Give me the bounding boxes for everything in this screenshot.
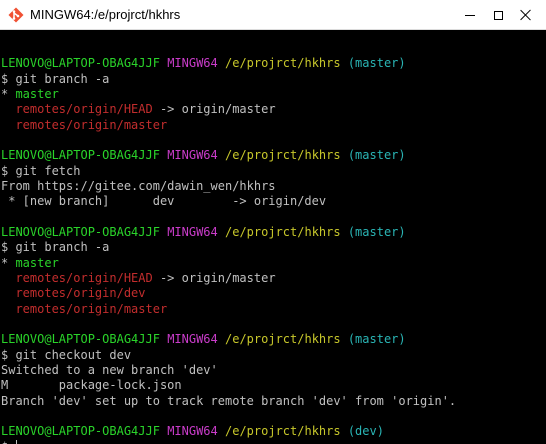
terminal-line: * master (1, 256, 546, 271)
terminal-text: MINGW64 (167, 148, 218, 163)
terminal-line: $ git fetch (1, 164, 546, 179)
terminal-text: master (15, 255, 59, 270)
terminal-line: From https://gitee.com/dawin_wen/hkhrs (1, 179, 546, 194)
terminal-text: * (1, 255, 16, 270)
terminal-text: -> origin/master (152, 102, 276, 117)
terminal-window: MINGW64:/e/projrct/hkhrs LENOVO@LAPTOP-O… (0, 0, 546, 444)
minimize-icon (465, 14, 475, 16)
terminal-line: LENOVO@LAPTOP-OBAG4JJF MINGW64 /e/projrc… (1, 148, 546, 163)
terminal-text: LENOVO@LAPTOP-OBAG4JJF (1, 224, 160, 239)
terminal-text: master (15, 86, 59, 101)
terminal-text: remotes/origin/HEAD (15, 102, 153, 117)
terminal-text: $ git branch -a (1, 71, 110, 86)
terminal-line: Branch 'dev' set up to track remote bran… (1, 394, 546, 409)
terminal-lines: LENOVO@LAPTOP-OBAG4JJF MINGW64 /e/projrc… (1, 41, 546, 440)
terminal-line: LENOVO@LAPTOP-OBAG4JJF MINGW64 /e/projrc… (1, 424, 546, 439)
minimize-button[interactable] (456, 0, 484, 30)
terminal-text: (master) (347, 56, 406, 71)
input-prompt: $ (1, 440, 15, 444)
terminal-text: MINGW64 (167, 56, 218, 71)
window-title: MINGW64:/e/projrct/hkhrs (30, 7, 181, 22)
terminal-text: $ git checkout dev (1, 347, 132, 362)
terminal-text: /e/projrct/hkhrs (225, 56, 341, 71)
terminal-text: -> origin/master (152, 270, 276, 285)
terminal-text: (master) (347, 148, 406, 163)
terminal-line: LENOVO@LAPTOP-OBAG4JJF MINGW64 /e/projrc… (1, 332, 546, 347)
terminal-line: Switched to a new branch 'dev' (1, 363, 546, 378)
terminal-text: Branch 'dev' set up to track remote bran… (1, 393, 457, 408)
terminal-line: * [new branch] dev -> origin/dev (1, 194, 546, 209)
terminal-line: * master (1, 87, 546, 102)
terminal-text: LENOVO@LAPTOP-OBAG4JJF (1, 56, 160, 71)
terminal-text: * (1, 86, 16, 101)
terminal-text: /e/projrct/hkhrs (225, 424, 341, 439)
terminal-text: $ git branch -a (1, 240, 110, 255)
title-bar[interactable]: MINGW64:/e/projrct/hkhrs (0, 0, 546, 30)
terminal-text: (master) (347, 332, 406, 347)
terminal-text: remotes/origin/master (15, 117, 168, 132)
git-bash-icon (8, 7, 24, 23)
maximize-icon (493, 10, 503, 20)
terminal-text: remotes/origin/HEAD (15, 270, 153, 285)
terminal-line: remotes/origin/HEAD -> origin/master (1, 271, 546, 286)
maximize-button[interactable] (484, 0, 512, 30)
terminal-text: LENOVO@LAPTOP-OBAG4JJF (1, 332, 160, 347)
terminal-text: * [new branch] dev -> origin/dev (1, 194, 327, 209)
terminal-text: /e/projrct/hkhrs (225, 148, 341, 163)
terminal-line: $ git branch -a (1, 72, 546, 87)
terminal-text: From https://gitee.com/dawin_wen/hkhrs (1, 178, 276, 193)
terminal-line: remotes/origin/master (1, 118, 546, 133)
terminal-text: (master) (347, 224, 406, 239)
terminal-line: remotes/origin/dev (1, 286, 546, 301)
terminal-text: MINGW64 (167, 224, 218, 239)
terminal-text: /e/projrct/hkhrs (225, 332, 341, 347)
close-button[interactable] (512, 0, 540, 30)
terminal-line: M package-lock.json (1, 378, 546, 393)
terminal-line: $ git branch -a (1, 240, 546, 255)
text-cursor (16, 439, 18, 444)
terminal-line: remotes/origin/HEAD -> origin/master (1, 102, 546, 117)
terminal-line: remotes/origin/master (1, 302, 546, 317)
terminal-text: MINGW64 (167, 332, 218, 347)
terminal-line: $ git checkout dev (1, 348, 546, 363)
terminal-text: M package-lock.json (1, 378, 182, 393)
terminal-text: (dev) (347, 424, 384, 439)
terminal-text: remotes/origin/dev (15, 286, 146, 301)
terminal-text: Switched to a new branch 'dev' (1, 362, 218, 377)
terminal-text: LENOVO@LAPTOP-OBAG4JJF (1, 424, 160, 439)
close-icon (520, 9, 532, 21)
terminal-line: LENOVO@LAPTOP-OBAG4JJF MINGW64 /e/projrc… (1, 56, 546, 71)
terminal-text: $ git fetch (1, 163, 81, 178)
terminal-output[interactable]: LENOVO@LAPTOP-OBAG4JJF MINGW64 /e/projrc… (0, 30, 546, 444)
terminal-text: LENOVO@LAPTOP-OBAG4JJF (1, 148, 160, 163)
terminal-text: MINGW64 (167, 424, 218, 439)
terminal-text: remotes/origin/master (15, 301, 168, 316)
terminal-input-line[interactable]: $ (1, 439, 546, 444)
terminal-text: /e/projrct/hkhrs (225, 224, 341, 239)
terminal-line: LENOVO@LAPTOP-OBAG4JJF MINGW64 /e/projrc… (1, 225, 546, 240)
